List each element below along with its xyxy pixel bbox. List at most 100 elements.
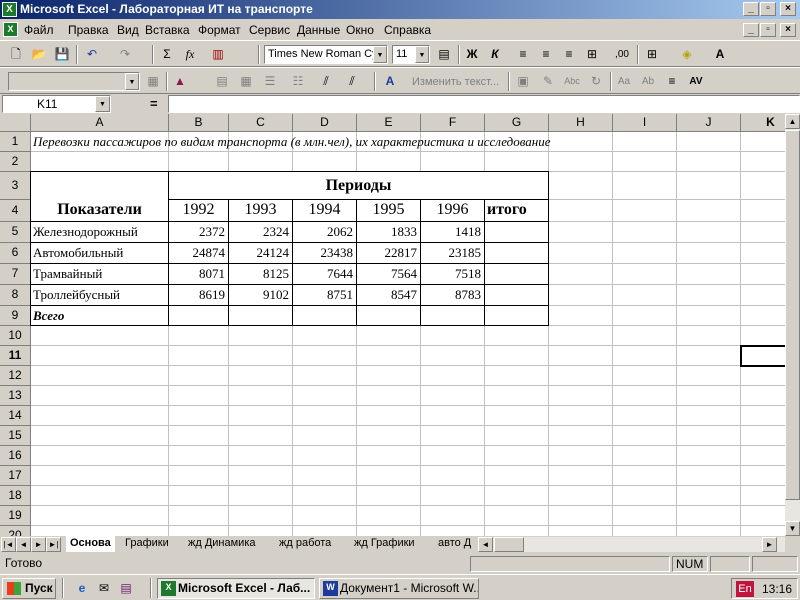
cell-e4[interactable]: 1995 xyxy=(357,200,420,220)
doc-minimize-button[interactable]: _ xyxy=(743,23,759,37)
row-header-1[interactable]: 1 xyxy=(0,132,31,152)
cell-g4[interactable]: итого xyxy=(487,200,527,220)
col-header-e[interactable]: E xyxy=(357,114,421,132)
cell-a4-indicators[interactable]: Показатели xyxy=(31,200,168,220)
cell-d8[interactable]: 8751 xyxy=(293,285,356,305)
undo-icon[interactable]: ↶ xyxy=(82,45,102,64)
function-icon[interactable]: fx xyxy=(180,45,200,64)
menu-view[interactable]: Вид xyxy=(117,23,139,37)
row-header-9[interactable]: 9 xyxy=(0,306,31,326)
by-rows-icon[interactable]: ☰ xyxy=(260,72,280,91)
style-select[interactable]: ▼ xyxy=(8,72,140,91)
col-header-c[interactable]: C xyxy=(229,114,293,132)
cell-e6[interactable]: 22817 xyxy=(357,243,420,263)
last-sheet-icon[interactable]: ►| xyxy=(46,537,61,552)
scroll-up-icon[interactable]: ▲ xyxy=(785,114,800,129)
row-header-18[interactable]: 18 xyxy=(0,486,31,506)
winrar-icon[interactable]: ▤ xyxy=(118,580,134,596)
cell-a1[interactable]: Перевозки пассажиров по видам транспорта… xyxy=(33,132,551,152)
format-wordart-icon[interactable]: ✎ xyxy=(538,72,558,91)
scroll-left-icon[interactable]: ◄ xyxy=(478,537,493,552)
internet-explorer-icon[interactable]: e xyxy=(74,580,90,596)
cell-a8[interactable]: Троллейбусный xyxy=(33,285,120,305)
chart-wizard-icon[interactable]: ▥ xyxy=(208,45,228,64)
row-header-6[interactable]: 6 xyxy=(0,243,31,264)
cell-b6[interactable]: 24874 xyxy=(169,243,228,263)
col-header-a[interactable]: A xyxy=(31,114,169,132)
cell-a5[interactable]: Железнодорожный xyxy=(33,222,138,242)
start-button[interactable]: Пуск xyxy=(2,578,56,599)
fill-color-icon[interactable]: ◈ xyxy=(677,45,697,64)
row-header-7[interactable]: 7 xyxy=(0,264,31,285)
align-left-icon[interactable]: ≡ xyxy=(513,45,533,64)
free-rotate-icon[interactable]: ↻ xyxy=(586,72,606,91)
menu-data[interactable]: Данные xyxy=(297,23,340,37)
col-header-d[interactable]: D xyxy=(293,114,357,132)
restore-button[interactable]: ▫ xyxy=(760,2,776,16)
cell-d6[interactable]: 23438 xyxy=(293,243,356,263)
character-spacing-icon[interactable]: AV xyxy=(686,72,706,91)
row-header-12[interactable]: 12 xyxy=(0,366,31,386)
cell-e5[interactable]: 1833 xyxy=(357,222,420,242)
save-icon[interactable]: 💾 xyxy=(52,45,72,64)
doc-close-button[interactable]: × xyxy=(780,23,796,37)
col-header-b[interactable]: B xyxy=(169,114,229,132)
row-header-10[interactable]: 10 xyxy=(0,326,31,346)
scroll-right-icon[interactable]: ► xyxy=(762,537,777,552)
sheet-tab-avto[interactable]: авто Д xyxy=(434,536,474,552)
cell-d5[interactable]: 2062 xyxy=(293,222,356,242)
minimize-button[interactable]: _ xyxy=(743,2,759,16)
decimal-icon[interactable]: ,00 xyxy=(612,45,632,64)
outlook-express-icon[interactable]: ✉ xyxy=(96,580,112,596)
format-icon[interactable]: ▤ xyxy=(434,45,454,64)
same-letter-heights-icon[interactable]: Aa xyxy=(614,72,634,91)
cell-a9[interactable]: Всего xyxy=(33,306,64,326)
chevron-down-icon[interactable]: ▼ xyxy=(95,96,110,112)
wordart-shape-icon[interactable]: Abc xyxy=(562,72,582,91)
merge-center-icon[interactable]: ⊞ xyxy=(582,45,602,64)
horizontal-scrollbar[interactable]: ◄ ► xyxy=(478,537,785,552)
name-box[interactable]: K11 ▼ xyxy=(2,95,111,113)
cell-a6[interactable]: Автомобильный xyxy=(33,243,123,263)
hscroll-thumb[interactable] xyxy=(494,537,524,552)
row-header-11[interactable]: 11 xyxy=(0,346,31,366)
cell-b5[interactable]: 2372 xyxy=(169,222,228,242)
data-table-icon[interactable]: ▦ xyxy=(236,72,256,91)
col-header-f[interactable]: F xyxy=(421,114,485,132)
menu-help[interactable]: Справка xyxy=(384,23,431,37)
menu-format[interactable]: Формат xyxy=(198,23,241,37)
row-header-13[interactable]: 13 xyxy=(0,386,31,406)
chevron-down-icon[interactable]: ▼ xyxy=(373,46,387,63)
cell-d4[interactable]: 1994 xyxy=(293,200,356,220)
cell-b8[interactable]: 8619 xyxy=(169,285,228,305)
row-header-2[interactable]: 2 xyxy=(0,152,31,172)
cell-c5[interactable]: 2324 xyxy=(229,222,292,242)
taskbar-word-button[interactable]: W Документ1 - Microsoft W... xyxy=(319,578,479,599)
angle-text-icon[interactable]: ⫽ xyxy=(316,72,336,91)
angle-text-down-icon[interactable]: ⫽ xyxy=(342,72,362,91)
language-indicator[interactable]: En xyxy=(736,581,754,597)
menu-window[interactable]: Окно xyxy=(346,23,374,37)
chevron-down-icon[interactable]: ▼ xyxy=(125,73,139,90)
workbook-icon[interactable]: X xyxy=(3,22,18,37)
vertical-scrollbar[interactable]: ▲ ▼ xyxy=(785,114,800,536)
menu-insert[interactable]: Вставка xyxy=(145,23,190,37)
menu-tools[interactable]: Сервис xyxy=(249,23,290,37)
cell-f7[interactable]: 7518 xyxy=(421,264,484,284)
font-name-select[interactable]: Times New Roman Cyr ▼ xyxy=(264,45,388,64)
legend-icon[interactable]: ▤ xyxy=(212,72,232,91)
sheet-tab-osnova[interactable]: Основа xyxy=(66,536,115,552)
italic-button[interactable]: К xyxy=(485,45,505,64)
cell-c4[interactable]: 1993 xyxy=(229,200,292,220)
cell-f5[interactable]: 1418 xyxy=(421,222,484,242)
bold-button[interactable]: Ж xyxy=(462,45,482,64)
doc-restore-button[interactable]: ▫ xyxy=(760,23,776,37)
taskbar-excel-button[interactable]: X Microsoft Excel - Лаб... xyxy=(157,578,315,599)
scroll-thumb[interactable] xyxy=(785,130,800,500)
borders-icon[interactable]: ⊞ xyxy=(642,45,662,64)
row-header-19[interactable]: 19 xyxy=(0,506,31,526)
col-header-g[interactable]: G xyxy=(485,114,549,132)
cell-f8[interactable]: 8783 xyxy=(421,285,484,305)
chart-type-icon[interactable]: ▲ xyxy=(170,72,190,91)
close-button[interactable]: × xyxy=(780,2,796,16)
